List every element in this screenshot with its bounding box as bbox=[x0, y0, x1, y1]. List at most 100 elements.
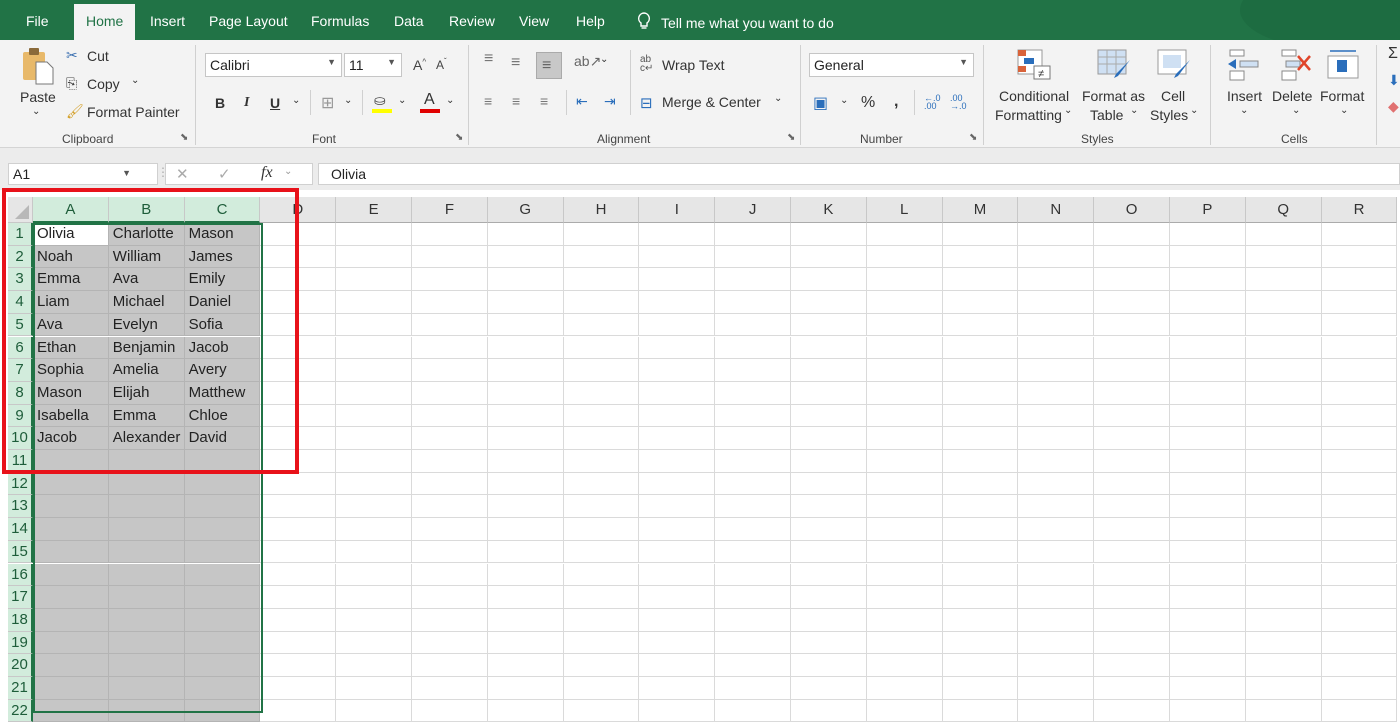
cell-f17[interactable] bbox=[412, 586, 488, 609]
cell-b1[interactable]: Charlotte bbox=[108, 223, 185, 246]
cell-f22[interactable] bbox=[412, 699, 488, 722]
cell-b20[interactable] bbox=[108, 654, 185, 677]
cell-a4[interactable]: Liam bbox=[33, 291, 109, 314]
cell-p22[interactable] bbox=[1170, 699, 1246, 722]
conditional-formatting-button[interactable]: ≠ Conditional Formatting ⌄ bbox=[992, 48, 1074, 128]
cell-d16[interactable] bbox=[260, 563, 337, 587]
cell-n20[interactable] bbox=[1018, 654, 1095, 677]
decrease-decimal-icon[interactable]: .00 →.0 bbox=[950, 94, 967, 111]
row-header-20[interactable]: 20 bbox=[8, 654, 33, 677]
cell-g19[interactable] bbox=[487, 631, 564, 655]
cell-q11[interactable] bbox=[1245, 450, 1322, 473]
tab-file[interactable]: File bbox=[26, 13, 49, 29]
cell-a9[interactable]: Isabella bbox=[33, 404, 109, 428]
cell-i19[interactable] bbox=[639, 631, 716, 655]
orientation-icon[interactable]: ab↗ bbox=[574, 53, 601, 70]
cell-e9[interactable] bbox=[336, 404, 412, 428]
tab-data[interactable]: Data bbox=[394, 13, 424, 29]
chevron-down-icon[interactable]: ⌄ bbox=[398, 95, 406, 106]
cell-n16[interactable] bbox=[1018, 563, 1095, 587]
cell-f19[interactable] bbox=[412, 631, 488, 655]
cell-k11[interactable] bbox=[791, 450, 867, 473]
cell-c5[interactable]: Sofia bbox=[184, 313, 261, 337]
cell-a21[interactable] bbox=[33, 677, 109, 700]
cell-c16[interactable] bbox=[184, 563, 261, 587]
chevron-down-icon[interactable]: ⌄ bbox=[840, 95, 848, 106]
cell-a15[interactable] bbox=[33, 540, 109, 564]
eraser-icon[interactable]: ◆ bbox=[1388, 98, 1399, 115]
column-header-b[interactable]: B bbox=[108, 197, 185, 223]
increase-decimal-icon[interactable]: ←.0.00 bbox=[924, 94, 941, 111]
cell-b13[interactable] bbox=[108, 495, 185, 519]
cell-f6[interactable] bbox=[412, 336, 488, 360]
cell-r4[interactable] bbox=[1321, 291, 1398, 314]
cell-k4[interactable] bbox=[791, 291, 867, 314]
accounting-format-icon[interactable]: ▣ bbox=[813, 93, 828, 113]
cell-styles-button[interactable]: Cell Styles ⌄ bbox=[1148, 48, 1204, 128]
cell-j11[interactable] bbox=[715, 450, 791, 473]
cell-d7[interactable] bbox=[260, 359, 337, 382]
cell-f15[interactable] bbox=[412, 540, 488, 564]
dialog-launcher-icon[interactable]: ⬊ bbox=[787, 132, 795, 143]
bottom-align-button[interactable]: ≡ bbox=[536, 52, 562, 79]
cell-p18[interactable] bbox=[1170, 608, 1246, 632]
cell-q7[interactable] bbox=[1245, 359, 1322, 382]
cell-b22[interactable] bbox=[108, 699, 185, 722]
cell-k21[interactable] bbox=[791, 677, 867, 700]
cell-g7[interactable] bbox=[487, 359, 564, 382]
cell-k2[interactable] bbox=[791, 245, 867, 269]
cell-n8[interactable] bbox=[1018, 381, 1095, 405]
dialog-launcher-icon[interactable]: ⬊ bbox=[180, 132, 188, 143]
cell-l9[interactable] bbox=[866, 404, 943, 428]
cell-m10[interactable] bbox=[942, 427, 1019, 450]
decrease-font-size-icon[interactable]: Aˇ bbox=[436, 57, 447, 72]
cell-q4[interactable] bbox=[1245, 291, 1322, 314]
cell-e6[interactable] bbox=[336, 336, 412, 360]
cell-l12[interactable] bbox=[866, 472, 943, 496]
middle-align-icon[interactable]: ≡ bbox=[511, 54, 520, 72]
cell-m5[interactable] bbox=[942, 313, 1019, 337]
row-header-12[interactable]: 12 bbox=[8, 472, 33, 496]
cell-a13[interactable] bbox=[33, 495, 109, 519]
column-header-h[interactable]: H bbox=[563, 197, 640, 223]
column-header-k[interactable]: K bbox=[791, 197, 867, 223]
row-header-3[interactable]: 3 bbox=[8, 268, 33, 292]
column-header-e[interactable]: E bbox=[336, 197, 412, 223]
cell-a12[interactable] bbox=[33, 472, 109, 496]
cell-q8[interactable] bbox=[1245, 381, 1322, 405]
cell-r16[interactable] bbox=[1321, 563, 1398, 587]
tab-insert[interactable]: Insert bbox=[150, 13, 185, 29]
cell-h6[interactable] bbox=[563, 336, 640, 360]
row-header-17[interactable]: 17 bbox=[8, 586, 33, 609]
cell-c7[interactable]: Avery bbox=[184, 359, 261, 382]
cell-m22[interactable] bbox=[942, 699, 1019, 722]
row-header-13[interactable]: 13 bbox=[8, 495, 33, 519]
cell-e15[interactable] bbox=[336, 540, 412, 564]
cell-o4[interactable] bbox=[1094, 291, 1170, 314]
cell-o17[interactable] bbox=[1094, 586, 1170, 609]
cell-c10[interactable]: David bbox=[184, 427, 261, 450]
cell-r15[interactable] bbox=[1321, 540, 1398, 564]
cell-e3[interactable] bbox=[336, 268, 412, 292]
cell-b14[interactable] bbox=[108, 518, 185, 541]
cell-p13[interactable] bbox=[1170, 495, 1246, 519]
cell-q18[interactable] bbox=[1245, 608, 1322, 632]
column-header-a[interactable]: A bbox=[33, 197, 109, 223]
cell-h15[interactable] bbox=[563, 540, 640, 564]
cell-p17[interactable] bbox=[1170, 586, 1246, 609]
cell-l4[interactable] bbox=[866, 291, 943, 314]
cell-n12[interactable] bbox=[1018, 472, 1095, 496]
cell-d18[interactable] bbox=[260, 608, 337, 632]
cell-r17[interactable] bbox=[1321, 586, 1398, 609]
cell-i2[interactable] bbox=[639, 245, 716, 269]
cell-b3[interactable]: Ava bbox=[108, 268, 185, 292]
cell-a3[interactable]: Emma bbox=[33, 268, 109, 292]
cell-g9[interactable] bbox=[487, 404, 564, 428]
tab-help[interactable]: Help bbox=[576, 13, 605, 29]
cell-i20[interactable] bbox=[639, 654, 716, 677]
cell-f8[interactable] bbox=[412, 381, 488, 405]
row-header-18[interactable]: 18 bbox=[8, 608, 33, 632]
cell-i8[interactable] bbox=[639, 381, 716, 405]
column-header-g[interactable]: G bbox=[487, 197, 564, 223]
cell-p3[interactable] bbox=[1170, 268, 1246, 292]
